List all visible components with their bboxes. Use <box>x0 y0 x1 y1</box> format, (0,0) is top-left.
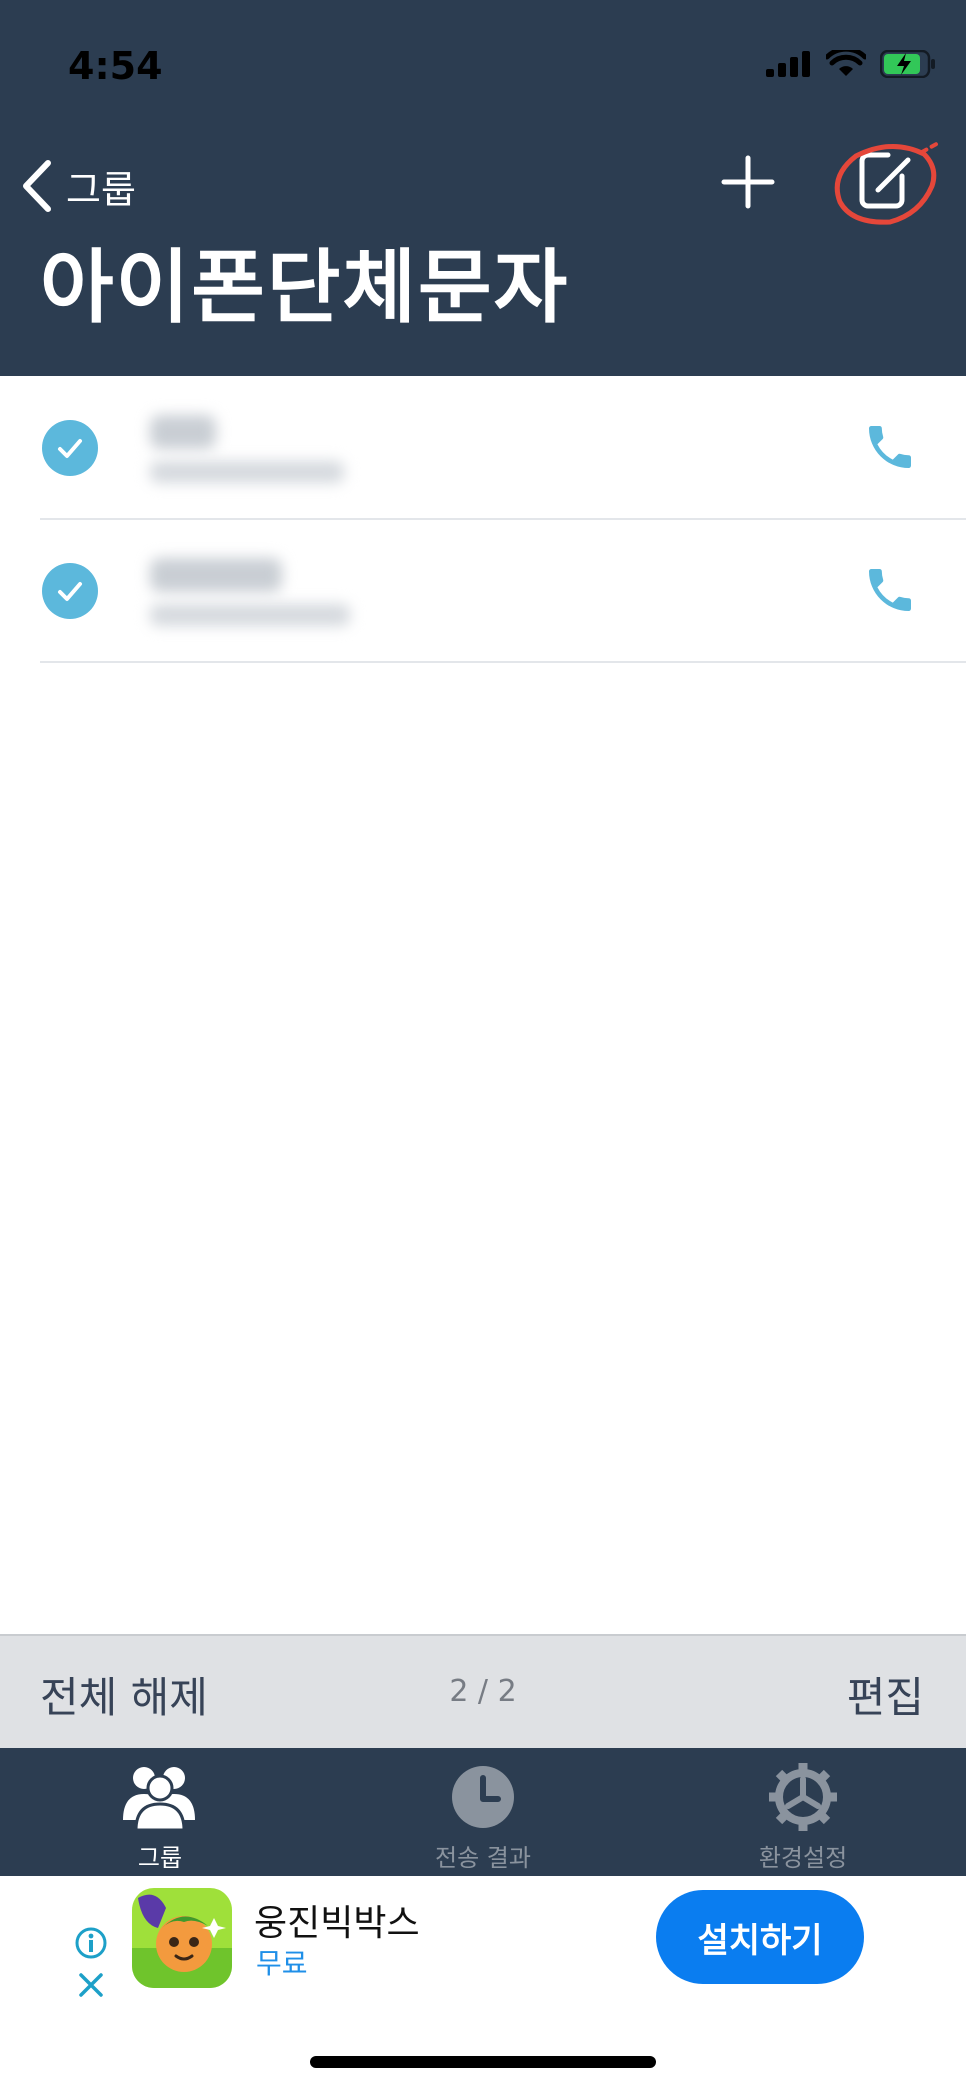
contact-info <box>140 540 370 640</box>
info-icon[interactable] <box>74 1926 108 1960</box>
install-button[interactable]: 설치하기 <box>656 1890 864 1984</box>
bottom-toolbar: 전체 해제 2 / 2 편집 <box>0 1634 966 1748</box>
add-button[interactable] <box>718 152 778 212</box>
battery-icon <box>880 50 935 78</box>
tab-bar: 그룹 전송 결과 환경설정 <box>0 1748 966 1876</box>
check-icon[interactable] <box>42 420 98 476</box>
status-icons <box>766 50 936 78</box>
signal-icon <box>766 51 810 77</box>
gear-icon <box>769 1763 837 1831</box>
contact-list <box>0 377 966 663</box>
tab-label: 전송 결과 <box>435 1844 531 1872</box>
back-label: 그룹 <box>66 167 136 212</box>
app-icon[interactable] <box>132 1888 232 1988</box>
contact-row[interactable] <box>0 377 966 520</box>
page-title: 아이폰단체문자 <box>40 241 570 334</box>
tab-group[interactable]: 그룹 <box>60 1762 260 1873</box>
phone-icon[interactable] <box>862 562 918 618</box>
chevron-left-icon <box>23 160 51 212</box>
row-divider <box>40 661 966 663</box>
compose-button[interactable] <box>828 138 954 238</box>
group-icon <box>123 1767 195 1830</box>
clock-icon <box>452 1766 514 1828</box>
navigation-header: 4:54 그룹 아이폰단체문자 <box>0 0 966 376</box>
wifi-icon <box>826 50 866 76</box>
edit-button[interactable]: 편집 <box>847 1664 924 1725</box>
ad-app-name: 웅진빅박스 <box>254 1903 420 1944</box>
blurred-name <box>150 415 216 449</box>
blurred-name <box>150 558 282 592</box>
back-button[interactable]: 그룹 <box>20 152 136 220</box>
phone-icon[interactable] <box>862 419 918 475</box>
check-icon[interactable] <box>42 563 98 619</box>
tab-label: 그룹 <box>137 1844 183 1872</box>
blurred-number <box>150 461 344 483</box>
blurred-number <box>150 604 350 626</box>
tab-settings[interactable]: 환경설정 <box>703 1762 903 1873</box>
selection-count: 2 / 2 <box>449 1674 517 1709</box>
home-indicator <box>310 2056 656 2068</box>
close-icon[interactable] <box>74 1968 108 2002</box>
tab-results[interactable]: 전송 결과 <box>383 1762 583 1873</box>
status-time: 4:54 <box>68 44 163 88</box>
contact-row[interactable] <box>0 520 966 663</box>
tab-label: 환경설정 <box>758 1844 848 1872</box>
contact-info <box>140 397 370 497</box>
ad-price: 무료 <box>256 1947 308 1980</box>
